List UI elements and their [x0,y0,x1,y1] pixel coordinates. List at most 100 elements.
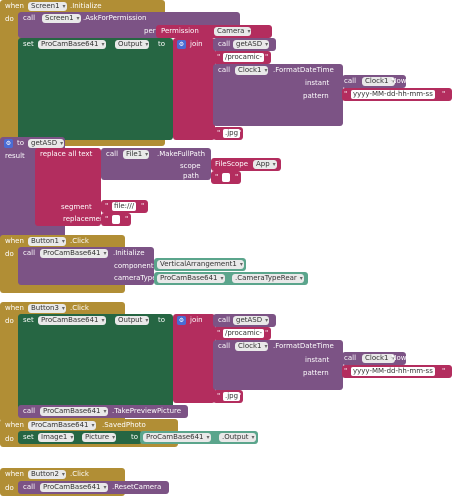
permission-prefix: Permission [161,27,199,35]
set-component-dropdown[interactable]: ProCamBase641 [38,316,106,325]
text-segment[interactable]: " file:/// " [101,200,148,213]
text-value[interactable]: /procamic- [223,53,265,62]
component-label: component [114,262,154,270]
mutator-gear-icon[interactable]: ⚙ [177,40,186,49]
method-name: .Initialize [113,249,145,257]
call-label: call [23,407,36,415]
format-datetime-call[interactable]: call Clock1 .FormatDateTime instant patt… [213,64,343,126]
set-property-dropdown[interactable]: Picture [82,433,117,442]
text-procamic[interactable]: " /procamic- " [213,327,271,340]
camera-type-block[interactable]: ProCamBase641 .CameraTypeRear [154,272,308,285]
call-getasd[interactable]: call getASD [213,38,276,51]
join-block[interactable]: ⚙ join [173,314,215,403]
set-output-block[interactable]: set ProCamBase641 Output to [18,38,173,140]
camera-component-dropdown[interactable]: ProCamBase641 [157,274,225,283]
set-component-dropdown[interactable]: Image1 [38,433,75,442]
text-value[interactable] [222,173,230,182]
initialize-camera-call[interactable]: call ProCamBase641 .Initialize component… [18,247,157,285]
quote-icon: " [238,392,242,400]
get-output-block[interactable]: ProCamBase641 .Output [140,431,258,444]
when-label: when [5,2,24,10]
event-component-dropdown[interactable]: Button2 [28,470,66,479]
format-datetime-call[interactable]: call Clock1 .FormatDateTime instant patt… [213,340,343,390]
component-dropdown[interactable]: ProCamBase641 [40,407,108,416]
join-block[interactable]: ⚙ join [173,38,215,140]
set-property-dropdown[interactable]: Output [115,316,150,325]
clock-dropdown[interactable]: Clock1 [235,342,269,351]
method-name: .FormatDateTime [273,66,334,74]
call-label: call [23,483,36,491]
replace-all-text-block[interactable]: replace all text segment replacement [35,148,107,226]
text-value[interactable] [112,215,120,224]
event-component-dropdown[interactable]: ProCamBase641 [28,421,96,430]
method-name: .ResetCamera [112,483,162,491]
component-dropdown[interactable]: ProCamBase641 [40,483,108,492]
text-pattern[interactable]: " yyyy-MM-dd-hh-mm-ss " [342,88,452,101]
clock-now-call[interactable]: call Clock1 .Now [342,352,406,365]
event-name: .Click [70,237,89,245]
reset-camera-call[interactable]: call ProCamBase641 .ResetCamera [18,481,169,494]
event-component-dropdown[interactable]: Button3 [28,304,66,313]
method-name: .Now [389,77,407,85]
replace-all-label: replace all text [40,150,93,158]
camera-type-label: cameraType [114,274,157,282]
get-component-dropdown[interactable]: ProCamBase641 [143,433,211,442]
event-component-dropdown[interactable]: Screen1 [28,2,67,11]
text-procamic[interactable]: " /procamic- " [213,51,271,64]
quote-icon: " [217,53,221,61]
to-label: to [131,433,139,441]
text-value[interactable]: /procamic- [223,329,265,338]
make-full-path-call[interactable]: call File1 .MakeFullPath scope path [101,148,211,180]
clock-now-call[interactable]: call Clock1 .Now [342,75,406,88]
pattern-label: pattern [303,369,329,377]
quote-icon: " [125,215,129,223]
do-label: do [5,484,14,492]
set-output-block[interactable]: set ProCamBase641 Output to [18,314,173,416]
get-property-dropdown[interactable]: .Output [219,433,256,442]
method-name: .MakeFullPath [157,150,206,158]
vertical-arrangement-block[interactable]: VerticalArrangement1 [154,258,246,271]
mutator-gear-icon[interactable]: ⚙ [177,316,186,325]
set-property-dropdown[interactable]: Output [115,40,150,49]
component-dropdown[interactable]: VerticalArrangement1 [157,260,244,269]
text-pattern[interactable]: " yyyy-MM-dd-hh-mm-ss " [342,365,452,378]
text-value[interactable]: file:/// [112,202,137,211]
event-name: .Click [70,470,89,478]
to-label: to [17,139,25,147]
text-value[interactable]: yyyy-MM-dd-hh-mm-ss [351,367,435,376]
quote-icon: " [215,173,219,181]
take-preview-picture-call[interactable]: call ProCamBase641 .TakePreviewPicture [18,405,188,418]
text-value[interactable]: yyyy-MM-dd-hh-mm-ss [351,90,435,99]
set-picture-block[interactable]: set Image1 Picture to [18,431,142,444]
when-label: when [5,421,24,429]
call-getasd[interactable]: call getASD [213,314,276,327]
component-dropdown[interactable]: Screen1 [42,14,81,23]
method-name: .FormatDateTime [273,342,334,350]
path-label: path [183,172,199,180]
call-label: call [23,14,36,22]
quote-icon: " [442,367,446,375]
call-label: call [218,40,231,48]
procedure-name-field[interactable]: getASD [28,139,65,148]
scope-prefix: FileScope [215,160,249,168]
text-replacement[interactable]: " " [101,213,131,226]
scope-dropdown[interactable]: App [253,160,277,169]
set-component-dropdown[interactable]: ProCamBase641 [38,40,106,49]
filescope-block[interactable]: FileScope App [211,158,281,171]
component-dropdown[interactable]: ProCamBase641 [40,249,108,258]
do-label: do [5,317,14,325]
permission-value-block[interactable]: Permission Camera [156,25,272,38]
call-label: call [23,249,36,257]
text-jpg[interactable]: " .jpg " [213,127,243,140]
text-jpg[interactable]: " .jpg " [213,390,243,403]
procedure-dropdown[interactable]: getASD [233,316,270,325]
camera-type-dropdown[interactable]: .CameraTypeRear [232,274,304,283]
event-component-dropdown[interactable]: Button1 [28,237,66,246]
procedure-dropdown[interactable]: getASD [233,40,270,49]
clock-dropdown[interactable]: Clock1 [235,66,269,75]
text-empty-path[interactable]: " " [211,171,241,184]
file-dropdown[interactable]: File1 [123,150,150,159]
call-label: call [106,150,119,158]
mutator-gear-icon[interactable]: ⚙ [4,139,13,148]
permission-dropdown[interactable]: Camera [214,27,252,36]
